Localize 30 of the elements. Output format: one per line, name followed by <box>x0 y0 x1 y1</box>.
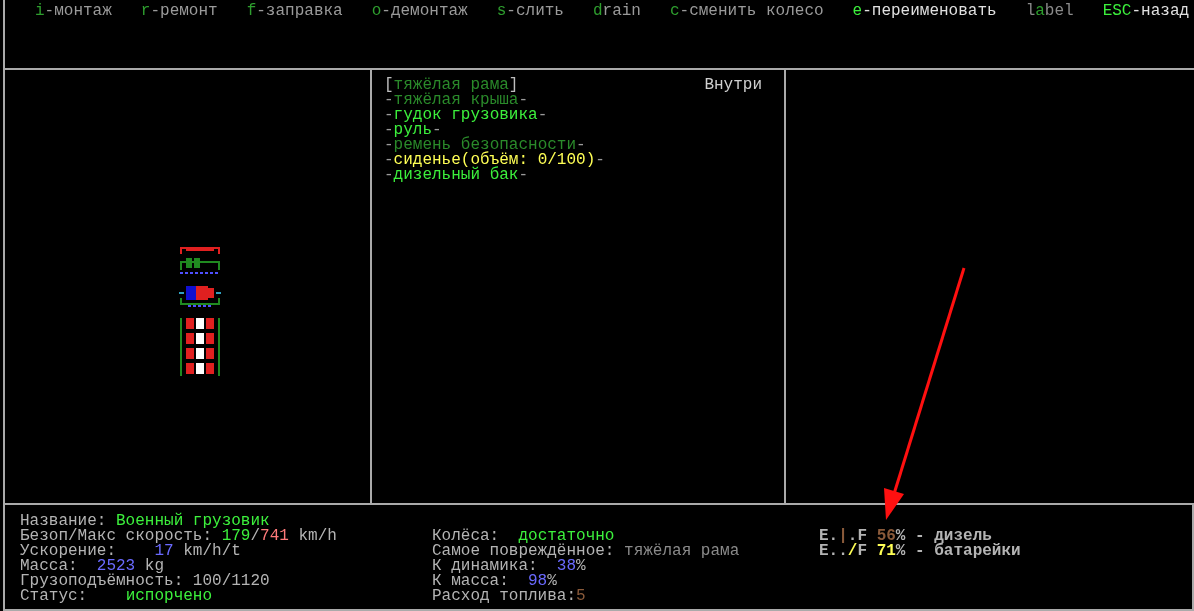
stat-line: Ускорение: 17 km/h/t <box>20 544 242 559</box>
part-list-item[interactable]: -тяжёлая крыша- <box>384 93 529 108</box>
menu-command[interactable]: drain <box>592 4 641 19</box>
stat-line: Масса: 2523 kg <box>20 559 165 574</box>
stat-line: Безоп/Макс скорость: 179/741 km/h <box>20 529 338 544</box>
menu-command[interactable]: label <box>1025 4 1074 19</box>
part-list-item[interactable]: -дизельный бак- <box>384 168 529 183</box>
stat-line: Расход топлива:5 <box>432 589 587 604</box>
menu-command[interactable]: e-переименовать <box>852 4 997 19</box>
part-list-item[interactable]: -сиденье(объём: 0/100)- <box>384 153 605 168</box>
stat-line: Статус: испорчено <box>20 589 214 604</box>
stat-line: Грузоподъёмность: 100/1120 <box>20 574 271 589</box>
stat-line: Колёса: достаточно <box>432 529 616 544</box>
stat-line: К масса: 98% <box>432 574 558 589</box>
stat-line: Самое повреждённое: тяжёлая рама <box>432 544 741 559</box>
stat-line: К динамика: 38% <box>432 559 586 574</box>
part-list-item[interactable]: -руль- <box>384 123 442 138</box>
stat-line: Название: Военный грузовик <box>20 514 270 529</box>
menu-command[interactable]: s-слить <box>496 4 564 19</box>
menu-command[interactable]: ESC-назад <box>1102 4 1190 19</box>
menu-command[interactable]: r-ремонт <box>140 4 218 19</box>
part-list-item[interactable]: -гудок грузовика- <box>384 108 548 123</box>
menu-command[interactable]: i-монтаж <box>35 4 112 19</box>
location-label: Внутри <box>704 78 762 93</box>
menu-command[interactable]: o-демонтаж <box>371 4 468 19</box>
stat-line: E../F 71% - батарейки <box>819 544 1021 559</box>
menu-command[interactable]: c-сменить колесо <box>669 4 824 19</box>
stat-line: E.|.F 56% - дизель <box>819 529 992 544</box>
part-list-item[interactable]: [тяжёлая рама] <box>384 78 519 93</box>
menu-command[interactable]: f-заправка <box>246 4 343 19</box>
